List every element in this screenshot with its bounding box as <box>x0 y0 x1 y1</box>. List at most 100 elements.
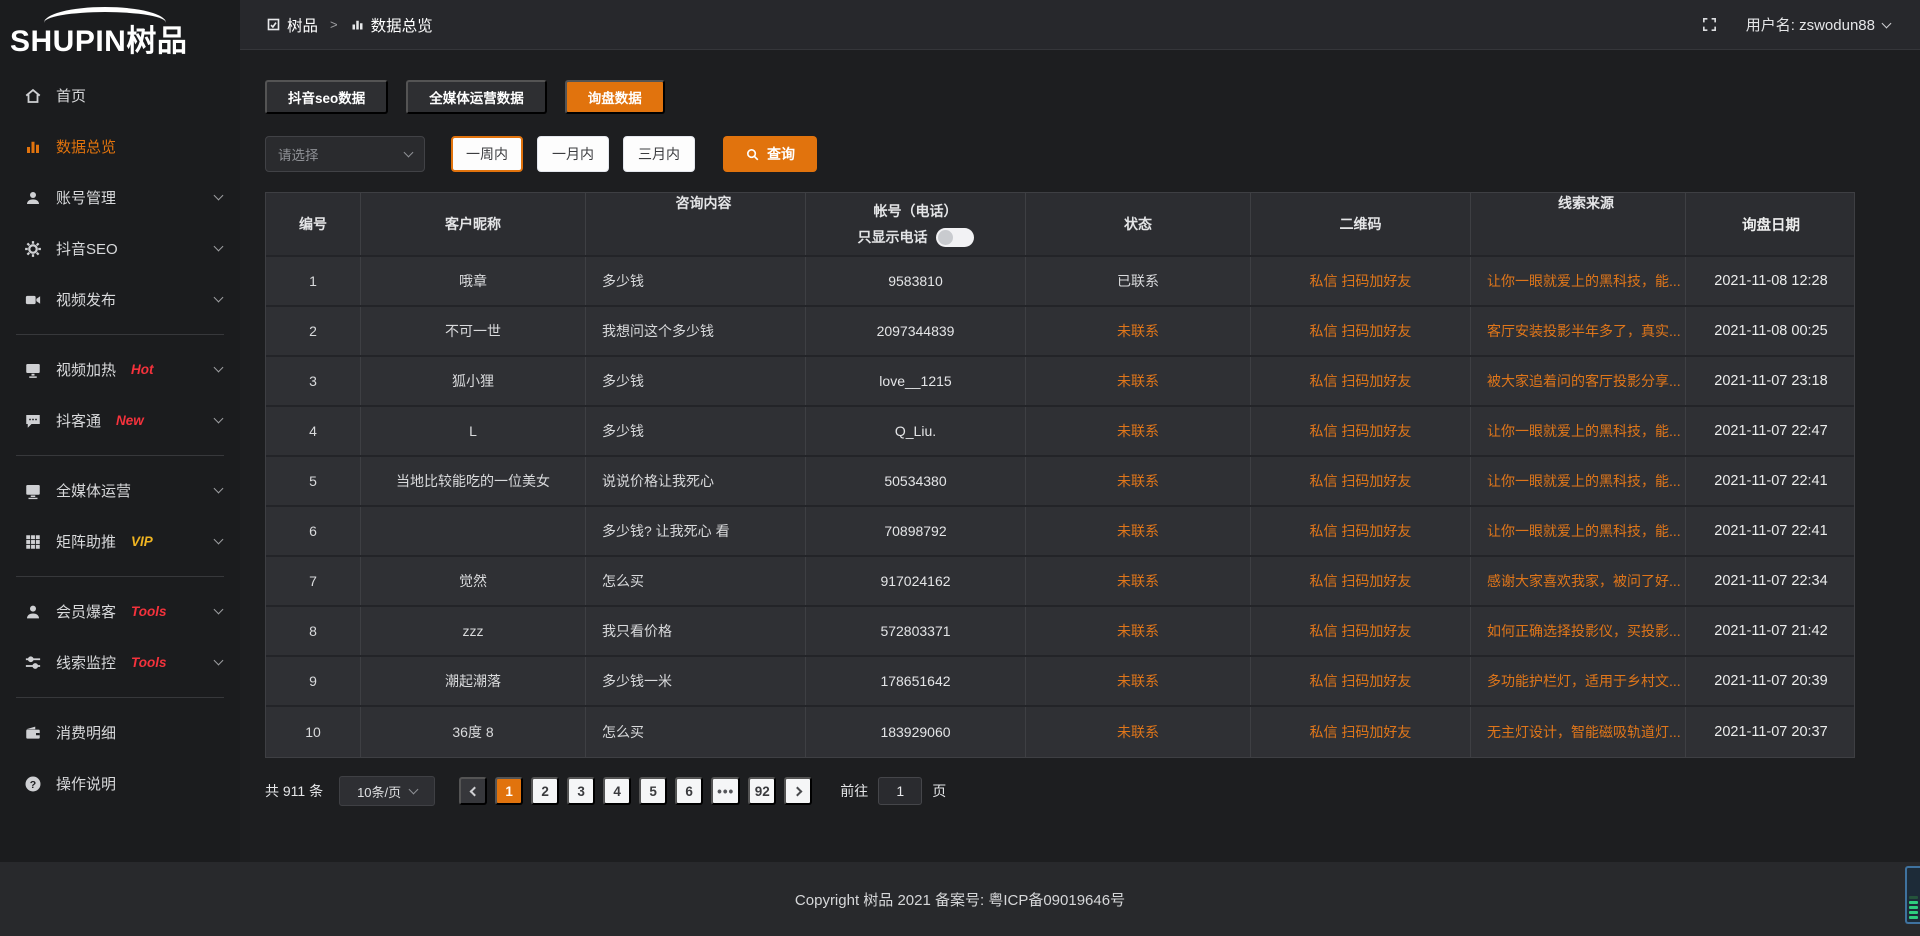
chevron-down-icon[interactable] <box>1882 18 1892 28</box>
table-row: 8 zzz 我只看价格 572803371 未联系 私信 扫码加好友 如何正确选… <box>266 607 1854 657</box>
sidebar-item-label: 线索监控 <box>56 652 116 673</box>
period-button-2[interactable]: 三月内 <box>623 136 695 172</box>
chevron-down-icon <box>214 605 224 615</box>
page-button-1[interactable]: 1 <box>495 777 523 805</box>
mini-overlay-widget[interactable] <box>1905 866 1920 924</box>
page-button-6[interactable]: 6 <box>675 777 703 805</box>
app-shell: SHUPIN树品 首页 数据总览 账号管理 抖音SEO 视频发布 视频加热 Ho… <box>0 0 1920 862</box>
phone-only-toggle[interactable] <box>936 228 974 247</box>
sidebar-item-douyin-seo[interactable]: 抖音SEO <box>0 223 240 274</box>
source-link[interactable]: 让你一眼就爱上的黑科技，能... <box>1471 407 1686 455</box>
prev-page-button[interactable] <box>459 777 487 805</box>
page-button-2[interactable]: 2 <box>531 777 559 805</box>
column-header-date: 询盘日期 <box>1686 193 1856 255</box>
sidebar-item-member-baoke[interactable]: 会员爆客 Tools <box>0 586 240 637</box>
main-area: 树品 > 数据总览 用户名: zswodun88 抖音seo数据全媒体运营数据询… <box>240 0 1920 862</box>
sidebar-item-data-overview[interactable]: 数据总览 <box>0 121 240 172</box>
breadcrumb-separator: > <box>330 17 338 32</box>
source-link[interactable]: 如何正确选择投影仪，买投影... <box>1471 607 1686 655</box>
phone-toggle-row: 只显示电话 <box>858 227 974 247</box>
goto-suffix: 页 <box>932 781 946 801</box>
cell-status: 未联系 <box>1026 657 1251 705</box>
sidebar-divider <box>16 697 224 698</box>
period-button-0[interactable]: 一周内 <box>451 136 523 172</box>
page-footer: Copyright 树品 2021 备案号: 粤ICP备09019646号 <box>0 862 1920 936</box>
table-row: 5 当地比较能吃的一位美女 说说价格让我死心 50534380 未联系 私信 扫… <box>266 457 1854 507</box>
qrcode-link[interactable]: 私信 扫码加好友 <box>1251 707 1471 757</box>
qrcode-link[interactable]: 私信 扫码加好友 <box>1251 457 1471 505</box>
goto-page-input[interactable] <box>878 777 922 805</box>
qrcode-link[interactable]: 私信 扫码加好友 <box>1251 407 1471 455</box>
period-button-1[interactable]: 一月内 <box>537 136 609 172</box>
filter-select-placeholder: 请选择 <box>278 144 319 164</box>
page-size-select[interactable]: 10条/页 <box>339 776 435 806</box>
qrcode-link[interactable]: 私信 扫码加好友 <box>1251 607 1471 655</box>
sidebar-item-clue-monitor[interactable]: 线索监控 Tools <box>0 637 240 688</box>
page-button-92[interactable]: 92 <box>748 777 776 805</box>
source-link[interactable]: 感谢大家喜欢我家，被问了好... <box>1471 557 1686 605</box>
sidebar-item-douketong[interactable]: 抖客通 New <box>0 395 240 446</box>
cell-account: 178651642 <box>806 657 1026 705</box>
cell-account: 917024162 <box>806 557 1026 605</box>
sidebar-item-label: 视频加热 <box>56 359 116 380</box>
sidebar-item-account-management[interactable]: 账号管理 <box>0 172 240 223</box>
qrcode-link[interactable]: 私信 扫码加好友 <box>1251 257 1471 305</box>
qrcode-link[interactable]: 私信 扫码加好友 <box>1251 657 1471 705</box>
page-button-5[interactable]: 5 <box>639 777 667 805</box>
sidebar-item-video-heating[interactable]: 视频加热 Hot <box>0 344 240 395</box>
next-page-button[interactable] <box>784 777 812 805</box>
sidebar: SHUPIN树品 首页 数据总览 账号管理 抖音SEO 视频发布 视频加热 Ho… <box>0 0 240 862</box>
cell-content: 多少钱 <box>586 407 806 455</box>
sidebar-item-media-operation[interactable]: 全媒体运营 <box>0 465 240 516</box>
tab-2[interactable]: 询盘数据 <box>565 80 665 114</box>
sidebar-item-badge: Hot <box>131 362 154 377</box>
cell-id: 10 <box>266 707 361 757</box>
sidebar-item-matrix-boost[interactable]: 矩阵助推 VIP <box>0 516 240 567</box>
chevron-down-icon <box>214 191 224 201</box>
cell-id: 2 <box>266 307 361 355</box>
tab-1[interactable]: 全媒体运营数据 <box>406 80 547 114</box>
top-bar: 树品 > 数据总览 用户名: zswodun88 <box>240 0 1920 50</box>
qrcode-link[interactable]: 私信 扫码加好友 <box>1251 557 1471 605</box>
qrcode-link[interactable]: 私信 扫码加好友 <box>1251 507 1471 555</box>
chevron-down-icon <box>214 484 224 494</box>
source-link[interactable]: 多功能护栏灯，适用于乡村文... <box>1471 657 1686 705</box>
chevron-down-icon <box>214 414 224 424</box>
sidebar-item-label: 抖客通 <box>56 410 101 431</box>
source-link[interactable]: 客厅安装投影半年多了，真实... <box>1471 307 1686 355</box>
user2-icon <box>24 603 42 621</box>
sidebar-item-video-publish[interactable]: 视频发布 <box>0 274 240 325</box>
sidebar-item-operation-guide[interactable]: ? 操作说明 <box>0 758 240 809</box>
cell-id: 5 <box>266 457 361 505</box>
search-button[interactable]: 查询 <box>723 136 817 172</box>
source-link[interactable]: 让你一眼就爱上的黑科技，能... <box>1471 257 1686 305</box>
cell-nickname: 觉然 <box>361 557 586 605</box>
source-link[interactable]: 被大家追着问的客厅投影分享... <box>1471 357 1686 405</box>
username-label[interactable]: 用户名: zswodun88 <box>1746 14 1875 35</box>
source-link[interactable]: 让你一眼就爱上的黑科技，能... <box>1471 457 1686 505</box>
source-link[interactable]: 让你一眼就爱上的黑科技，能... <box>1471 507 1686 555</box>
chevron-down-icon <box>214 363 224 373</box>
sidebar-item-consumption-detail[interactable]: 消费明细 <box>0 707 240 758</box>
page-button-3[interactable]: 3 <box>567 777 595 805</box>
qrcode-link[interactable]: 私信 扫码加好友 <box>1251 307 1471 355</box>
cell-content: 多少钱 <box>586 257 806 305</box>
cell-date: 2021-11-07 23:18 <box>1686 357 1856 405</box>
sidebar-item-label: 消费明细 <box>56 722 116 743</box>
cell-content: 我想问这个多少钱 <box>586 307 806 355</box>
cell-date: 2021-11-08 12:28 <box>1686 257 1856 305</box>
page-button-4[interactable]: 4 <box>603 777 631 805</box>
cell-content: 怎么买 <box>586 707 806 757</box>
sidebar-item-home[interactable]: 首页 <box>0 70 240 121</box>
source-link[interactable]: 无主灯设计，智能磁吸轨道灯... <box>1471 707 1686 757</box>
filter-select[interactable]: 请选择 <box>265 136 425 172</box>
sidebar-item-badge: New <box>116 413 144 428</box>
cell-content: 多少钱? 让我死心 看 <box>586 507 806 555</box>
grid-icon <box>24 533 42 551</box>
qrcode-link[interactable]: 私信 扫码加好友 <box>1251 357 1471 405</box>
tab-0[interactable]: 抖音seo数据 <box>265 80 388 114</box>
fullscreen-icon[interactable] <box>1701 16 1718 33</box>
breadcrumb-root[interactable]: 树品 <box>287 14 318 36</box>
cell-account: love__1215 <box>806 357 1026 405</box>
page-ellipsis-button[interactable]: ••• <box>711 777 740 805</box>
